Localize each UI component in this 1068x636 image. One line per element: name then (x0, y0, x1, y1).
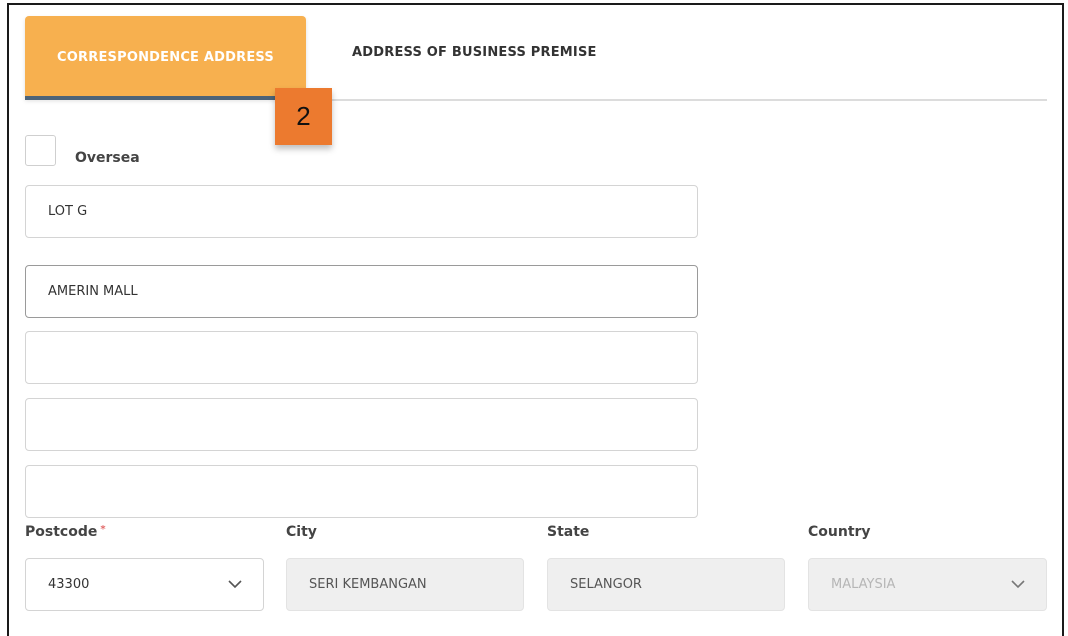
tab-correspondence-address-label: CORRESPONDENCE ADDRESS (57, 50, 274, 65)
address-line-5-field[interactable] (25, 465, 698, 518)
address-line-2-field[interactable]: AMERIN MALL (25, 265, 698, 318)
oversea-checkbox[interactable] (25, 135, 56, 166)
state-label: State (547, 524, 590, 540)
tab-business-premise-label: ADDRESS OF BUSINESS PREMISE (352, 44, 597, 60)
state-field: SELANGOR (547, 558, 785, 611)
country-value: MALAYSIA (831, 577, 896, 592)
oversea-label: Oversea (75, 150, 140, 166)
tabs-divider (306, 99, 1047, 101)
address-line-2-value: AMERIN MALL (48, 284, 138, 299)
address-line-4-field[interactable] (25, 398, 698, 451)
tab-correspondence-address[interactable]: CORRESPONDENCE ADDRESS (25, 16, 306, 99)
city-value: SERI KEMBANGAN (309, 577, 427, 592)
active-tab-indicator (25, 96, 306, 100)
postcode-value: 43300 (48, 577, 90, 592)
address-line-3-field[interactable] (25, 331, 698, 384)
required-asterisk: * (100, 524, 106, 535)
state-value: SELANGOR (570, 577, 642, 592)
chevron-down-icon (1010, 577, 1026, 593)
step-number-badge: 2 (275, 88, 332, 145)
country-select[interactable]: MALAYSIA (808, 558, 1047, 611)
address-line-1-field[interactable]: LOT G (25, 185, 698, 238)
tab-address-of-business-premise[interactable]: ADDRESS OF BUSINESS PREMISE (352, 38, 597, 66)
postcode-label-text: Postcode (25, 524, 98, 540)
city-label: City (286, 524, 317, 540)
city-field: SERI KEMBANGAN (286, 558, 524, 611)
postcode-label: Postcode * (25, 524, 106, 540)
address-line-1-value: LOT G (48, 204, 88, 219)
country-label: Country (808, 524, 871, 540)
chevron-down-icon (227, 577, 243, 593)
postcode-select[interactable]: 43300 (25, 558, 264, 611)
